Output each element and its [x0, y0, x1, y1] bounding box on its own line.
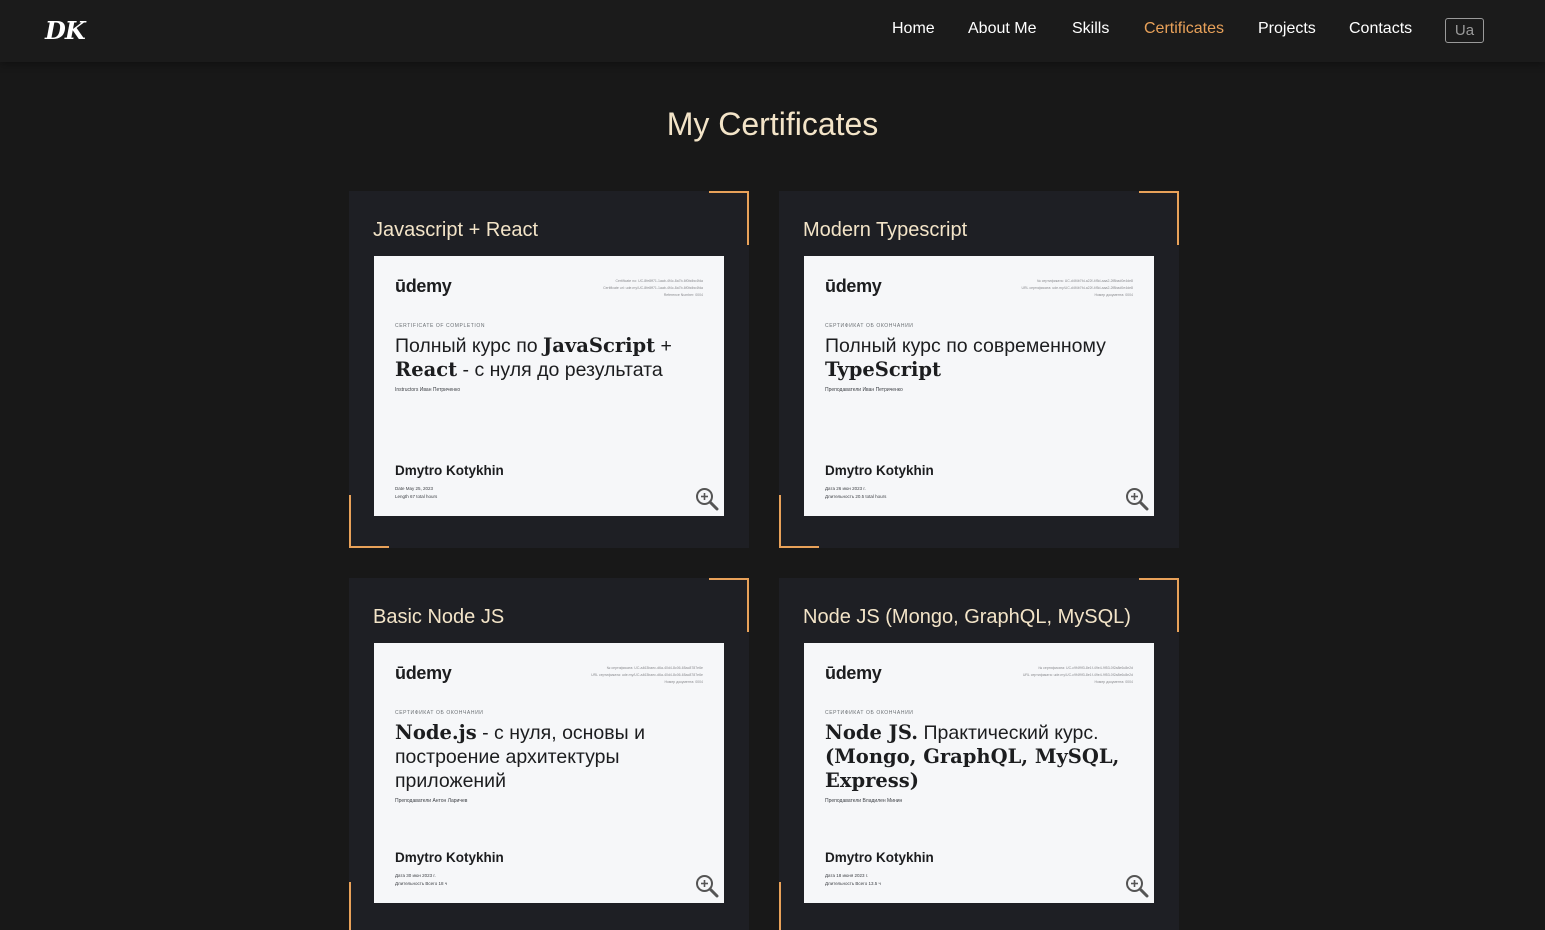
certificate-title: Node JS (Mongo, GraphQL, MySQL): [803, 606, 1131, 628]
corner-decoration: [709, 578, 749, 632]
corner-decoration: [1139, 578, 1179, 632]
udemy-logo: ūdemy: [825, 663, 882, 683]
nav-certificates[interactable]: Certificates: [1144, 20, 1224, 38]
certificate-date: Date May 25, 2023: [395, 486, 434, 491]
course-bold: TypeScript: [825, 358, 942, 381]
certificate-meta: № сертификата: UC-d4f4b7fd-a22f-4f5d-aaa…: [1021, 279, 1134, 297]
udemy-logo: ūdemy: [395, 276, 452, 296]
page-title: My Certificates: [666, 106, 879, 142]
certificate-image[interactable]: ūdemy № сертификата: UC-a463baec-d6a-40d…: [374, 643, 724, 903]
certificate-course-name: Полный курс по современному TypeScript: [825, 334, 1135, 382]
certificate-meta: Certificate no: UC-8fe8ff71-1aab-4f4c-8a…: [603, 279, 703, 297]
certificate-course-name: Node.js - с нуля, основы и построение ар…: [395, 721, 705, 793]
certificate-date: Дата 30 июн 2023 г.: [395, 873, 436, 878]
certificate-image[interactable]: ūdemy Certificate no: UC-8fe8ff71-1aab-4…: [374, 256, 724, 516]
certificate-title: Javascript + React: [373, 219, 539, 241]
certificate-date: Дата 18 июня 2023 г.: [825, 873, 869, 878]
course-bold: JavaScript: [543, 334, 656, 357]
certificate-instructor: Преподаватели Владилен Минин: [825, 798, 903, 804]
certificate-image[interactable]: ūdemy № сертификата: UC-c9f4f9f3-8e1f-49…: [804, 643, 1154, 903]
certificate-date: Дата 26 июн 2023 г.: [825, 486, 866, 491]
zoom-in-icon[interactable]: [694, 873, 720, 899]
corner-decoration: [1139, 191, 1179, 245]
nav-projects[interactable]: Projects: [1258, 20, 1316, 38]
udemy-logo: ūdemy: [395, 663, 452, 683]
certificate-title: Modern Typescript: [803, 219, 968, 241]
certificate-length: Длительность Всего 18 ч: [395, 881, 448, 886]
corner-decoration: [709, 191, 749, 245]
certificate-length: Длительность Всего 13.5 ч: [825, 881, 881, 886]
nav-home[interactable]: Home: [892, 20, 935, 38]
zoom-in-icon[interactable]: [694, 486, 720, 512]
udemy-logo: ūdemy: [825, 276, 882, 296]
certificate-image[interactable]: ūdemy № сертификата: UC-d4f4b7fd-a22f-4f…: [804, 256, 1154, 516]
nav-contacts[interactable]: Contacts: [1349, 20, 1412, 38]
certificate-recipient: Dmytro Kotykhin: [395, 850, 504, 865]
certificate-kicker: Сертификат об окончании: [395, 710, 484, 716]
course-text: - с нуля до результата: [457, 359, 663, 381]
course-text: Полный курс по: [395, 335, 544, 357]
nav-skills[interactable]: Skills: [1072, 20, 1109, 38]
certificate-kicker: Сертификат об окончании: [825, 710, 914, 716]
course-bold: React: [395, 358, 458, 381]
certificate-instructor: Преподаватели Иван Петриченко: [825, 387, 903, 393]
certificate-card: Basic Node JS ūdemy № сертификата: UC-a4…: [349, 578, 749, 930]
site-header: DK Home About Me Skills Certificates Pro…: [0, 0, 1545, 62]
course-bold: (Mongo, GraphQL, MySQL, Express): [825, 745, 1120, 792]
certificate-kicker: Сертификат об окончании: [825, 323, 914, 329]
certificate-kicker: Certificate of completion: [395, 323, 486, 329]
certificate-card: Javascript + React ūdemy Certificate no:…: [349, 191, 749, 548]
certificate-instructor: Преподаватели Антон Ларичев: [395, 798, 468, 804]
site-logo[interactable]: DK: [45, 16, 86, 45]
certificate-length: Length 67 total hours: [395, 494, 438, 499]
certificate-length: Длительность 20.5 total hours: [825, 494, 887, 499]
certificate-title: Basic Node JS: [373, 606, 505, 628]
zoom-in-icon[interactable]: [1124, 486, 1150, 512]
certificate-course-name: Node JS. Практический курс. (Mongo, Grap…: [825, 721, 1135, 793]
certificate-recipient: Dmytro Kotykhin: [825, 850, 934, 865]
nav-about-me[interactable]: About Me: [968, 20, 1036, 38]
language-toggle-button[interactable]: Ua: [1445, 18, 1484, 43]
course-bold: Node JS.: [825, 721, 919, 744]
certificate-recipient: Dmytro Kotykhin: [825, 463, 934, 478]
certificate-card: Modern Typescript ūdemy № сертификата: U…: [779, 191, 1179, 548]
certificate-instructor: Instructors Иван Петриченко: [395, 387, 461, 393]
certificate-card: Node JS (Mongo, GraphQL, MySQL) ūdemy № …: [779, 578, 1179, 930]
course-text: +: [655, 335, 672, 357]
certificate-meta: № сертификата: UC-a463baec-d6a-40d4-8c06…: [591, 666, 703, 684]
course-text: Полный курс по современному: [825, 335, 1106, 357]
certificate-meta: № сертификата: UC-c9f4f9f3-8e1f-49e4-9f5…: [1022, 666, 1133, 684]
course-text: Практический курс.: [918, 722, 1099, 744]
zoom-in-icon[interactable]: [1124, 873, 1150, 899]
course-bold: Node.js: [395, 721, 477, 744]
certificate-recipient: Dmytro Kotykhin: [395, 463, 504, 478]
certificate-course-name: Полный курс по JavaScript + React - с ну…: [395, 334, 705, 382]
